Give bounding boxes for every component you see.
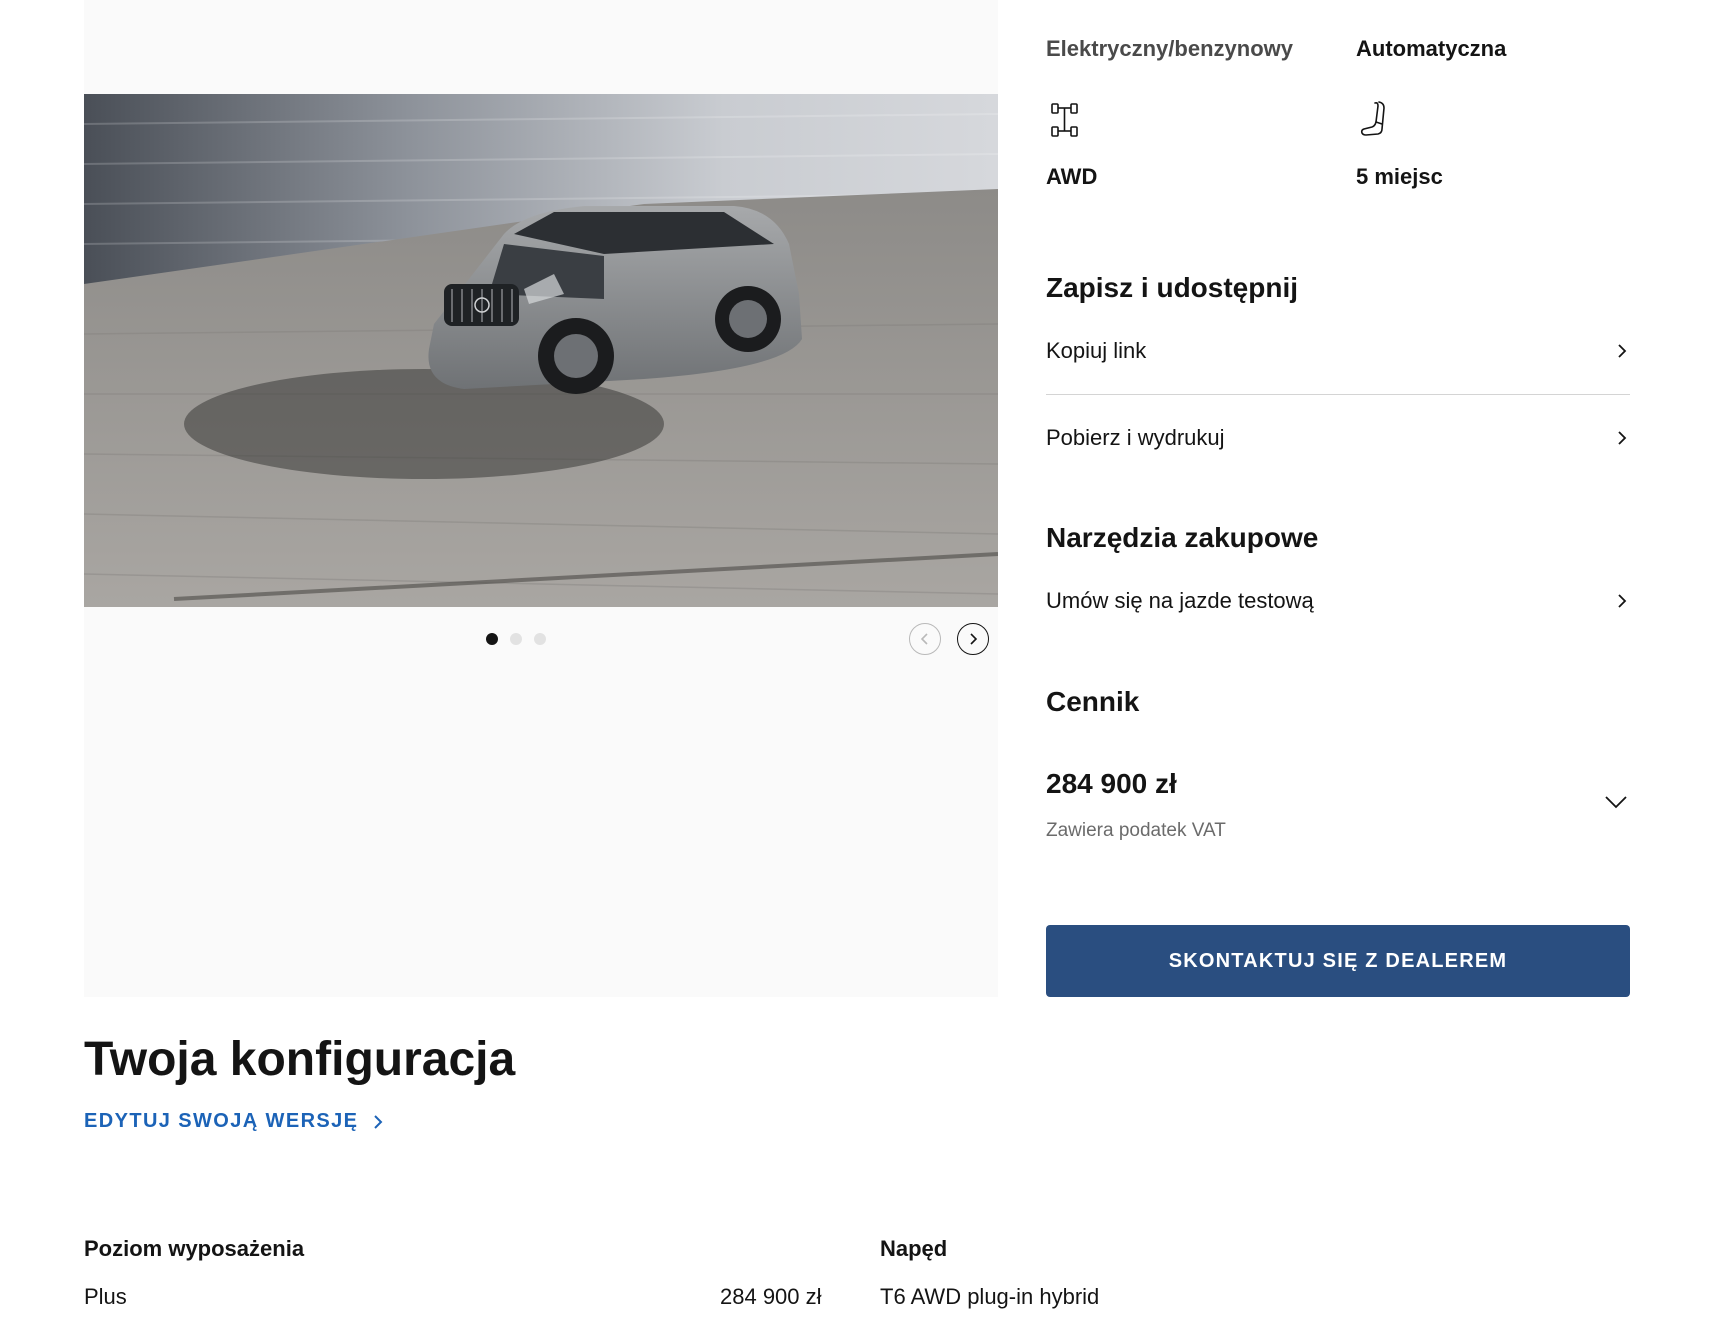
edit-version-link[interactable]: EDYTUJ SWOJĄ WERSJĘ bbox=[84, 1110, 384, 1133]
gallery-dot-2[interactable] bbox=[510, 633, 522, 645]
drivetrain-icon bbox=[1051, 103, 1078, 137]
chevron-right-icon bbox=[1618, 431, 1627, 445]
test-drive-label: Umów się na jazde testową bbox=[1046, 588, 1314, 613]
trim-level-price: 284 900 zł bbox=[720, 1284, 822, 1309]
chevron-right-icon bbox=[374, 1114, 383, 1129]
chevron-right-icon bbox=[970, 633, 978, 645]
seat-icon bbox=[1360, 101, 1385, 136]
spec-fuel: Elektryczny/benzynowy bbox=[1046, 36, 1293, 61]
vat-note: Zawiera podatek VAT bbox=[1046, 820, 1226, 841]
copy-link-row[interactable]: Kopiuj link bbox=[1046, 324, 1630, 378]
powertrain-value: T6 AWD plug-in hybrid bbox=[880, 1284, 1100, 1309]
contact-dealer-button[interactable]: SKONTAKTUJ SIĘ Z DEALEREM bbox=[1046, 925, 1630, 997]
gallery-prev-button[interactable] bbox=[909, 623, 941, 655]
spec-transmission: Automatyczna bbox=[1356, 36, 1507, 61]
pricing-title: Cennik bbox=[1046, 686, 1140, 717]
edit-version-label: EDYTUJ SWOJĄ WERSJĘ bbox=[84, 1110, 359, 1132]
chevron-down-icon[interactable] bbox=[1602, 788, 1630, 816]
gallery-pagination bbox=[59, 633, 973, 645]
car-gallery bbox=[84, 0, 998, 997]
spec-drive: AWD bbox=[1046, 164, 1098, 189]
gallery-next-button[interactable] bbox=[957, 623, 989, 655]
chevron-right-icon bbox=[1618, 594, 1627, 608]
gallery-dot-1[interactable] bbox=[486, 633, 498, 645]
copy-link-label: Kopiuj link bbox=[1046, 338, 1147, 363]
save-share-title: Zapisz i udostępnij bbox=[1046, 272, 1299, 303]
purchase-tools-title: Narzędzia zakupowe bbox=[1046, 522, 1319, 553]
chevron-right-icon bbox=[1618, 344, 1627, 358]
divider bbox=[1046, 394, 1630, 395]
configuration-title: Twoja konfiguracja bbox=[84, 1033, 516, 1086]
car-photo-illustration bbox=[84, 94, 998, 607]
chevron-left-icon bbox=[920, 633, 928, 645]
test-drive-row[interactable]: Umów się na jazde testową bbox=[1046, 574, 1630, 628]
price-value: 284 900 zł bbox=[1046, 768, 1177, 799]
car-photo bbox=[84, 94, 998, 607]
spec-seats: 5 miejsc bbox=[1356, 164, 1443, 189]
page: Elektryczny/benzynowy Automatyczna AWD 5… bbox=[0, 0, 1712, 1327]
powertrain-heading: Napęd bbox=[880, 1236, 948, 1261]
download-print-row[interactable]: Pobierz i wydrukuj bbox=[1046, 411, 1630, 465]
trim-level-heading: Poziom wyposażenia bbox=[84, 1236, 305, 1261]
gallery-dot-3[interactable] bbox=[534, 633, 546, 645]
download-print-label: Pobierz i wydrukuj bbox=[1046, 425, 1225, 450]
trim-level-value: Plus bbox=[84, 1284, 127, 1309]
